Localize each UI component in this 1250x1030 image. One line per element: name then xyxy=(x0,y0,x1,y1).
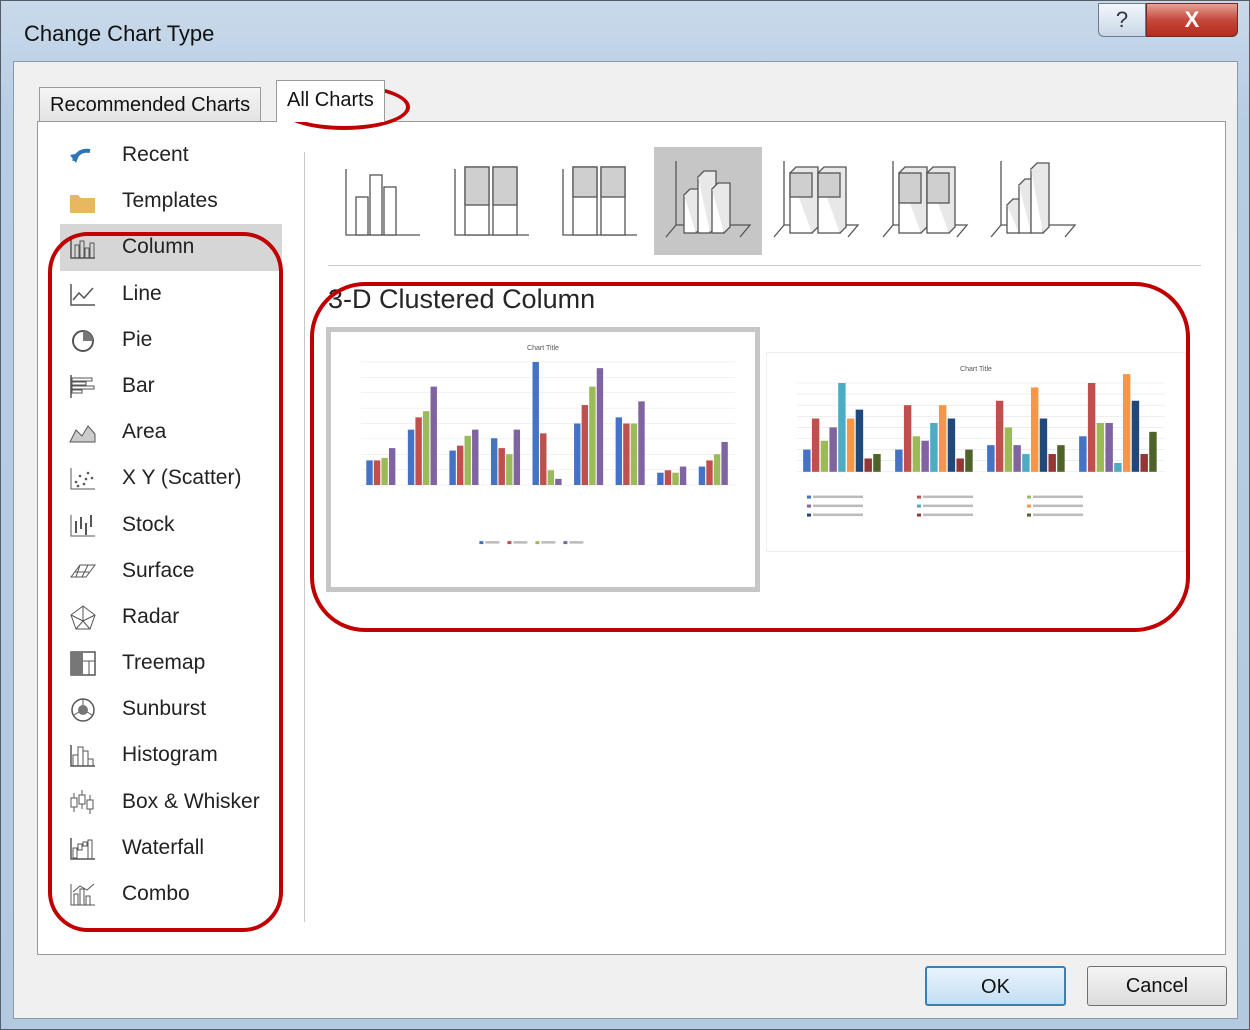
close-button[interactable]: X xyxy=(1146,3,1238,37)
recent-icon xyxy=(68,141,98,169)
all-charts-panel: Recent Templates Column Line Pie Bar Area X Y (… xyxy=(37,84,1226,955)
subtype-3d-column[interactable] xyxy=(979,147,1087,255)
sidebar-item-folder[interactable]: Templates xyxy=(60,178,282,224)
3d-column-icon xyxy=(990,161,1077,238)
dialog-title: Change Chart Type xyxy=(24,21,215,46)
title-bar[interactable]: Change Chart Type ? X xyxy=(1,1,1249,61)
3d-stacked-column-icon xyxy=(773,161,860,238)
subtype-100-stacked-column[interactable] xyxy=(545,147,653,255)
subtype-stacked-column[interactable] xyxy=(437,147,545,255)
tab-recommended-charts[interactable]: Recommended Charts xyxy=(39,87,262,121)
tab-all-charts[interactable]: All Charts xyxy=(276,80,385,122)
subtype-3d-clustered-column[interactable] xyxy=(653,147,762,255)
annotation-ring-previews xyxy=(310,282,1190,632)
ok-button[interactable]: OK xyxy=(925,966,1066,1006)
help-button[interactable]: ? xyxy=(1098,3,1146,37)
subtype-3d-stacked-column[interactable] xyxy=(762,147,870,255)
100-stacked-column-icon xyxy=(562,166,637,236)
horizontal-divider xyxy=(328,265,1201,266)
cancel-button[interactable]: Cancel xyxy=(1087,966,1227,1006)
subtype-3d-100-stacked-column[interactable] xyxy=(871,147,979,255)
3d-clustered-column-icon xyxy=(665,161,751,238)
dialog-body: Recommended Charts All Charts Recent Temp… xyxy=(13,61,1238,1019)
column-subtype-gallery xyxy=(328,147,1078,257)
clustered-column-icon xyxy=(345,169,420,236)
sidebar-item-label: Recent xyxy=(122,143,189,166)
annotation-ring-chart-list xyxy=(48,232,283,932)
stacked-column-icon xyxy=(453,166,529,236)
change-chart-type-dialog: Change Chart Type ? X Recommended Charts… xyxy=(0,0,1250,1030)
sidebar-item-recent[interactable]: Recent xyxy=(60,132,282,178)
subtype-clustered-column[interactable] xyxy=(328,147,436,255)
folder-icon xyxy=(68,187,98,215)
3d-100-stacked-column-icon xyxy=(882,161,968,238)
sidebar-item-label: Templates xyxy=(122,189,218,213)
vertical-divider xyxy=(304,152,305,922)
